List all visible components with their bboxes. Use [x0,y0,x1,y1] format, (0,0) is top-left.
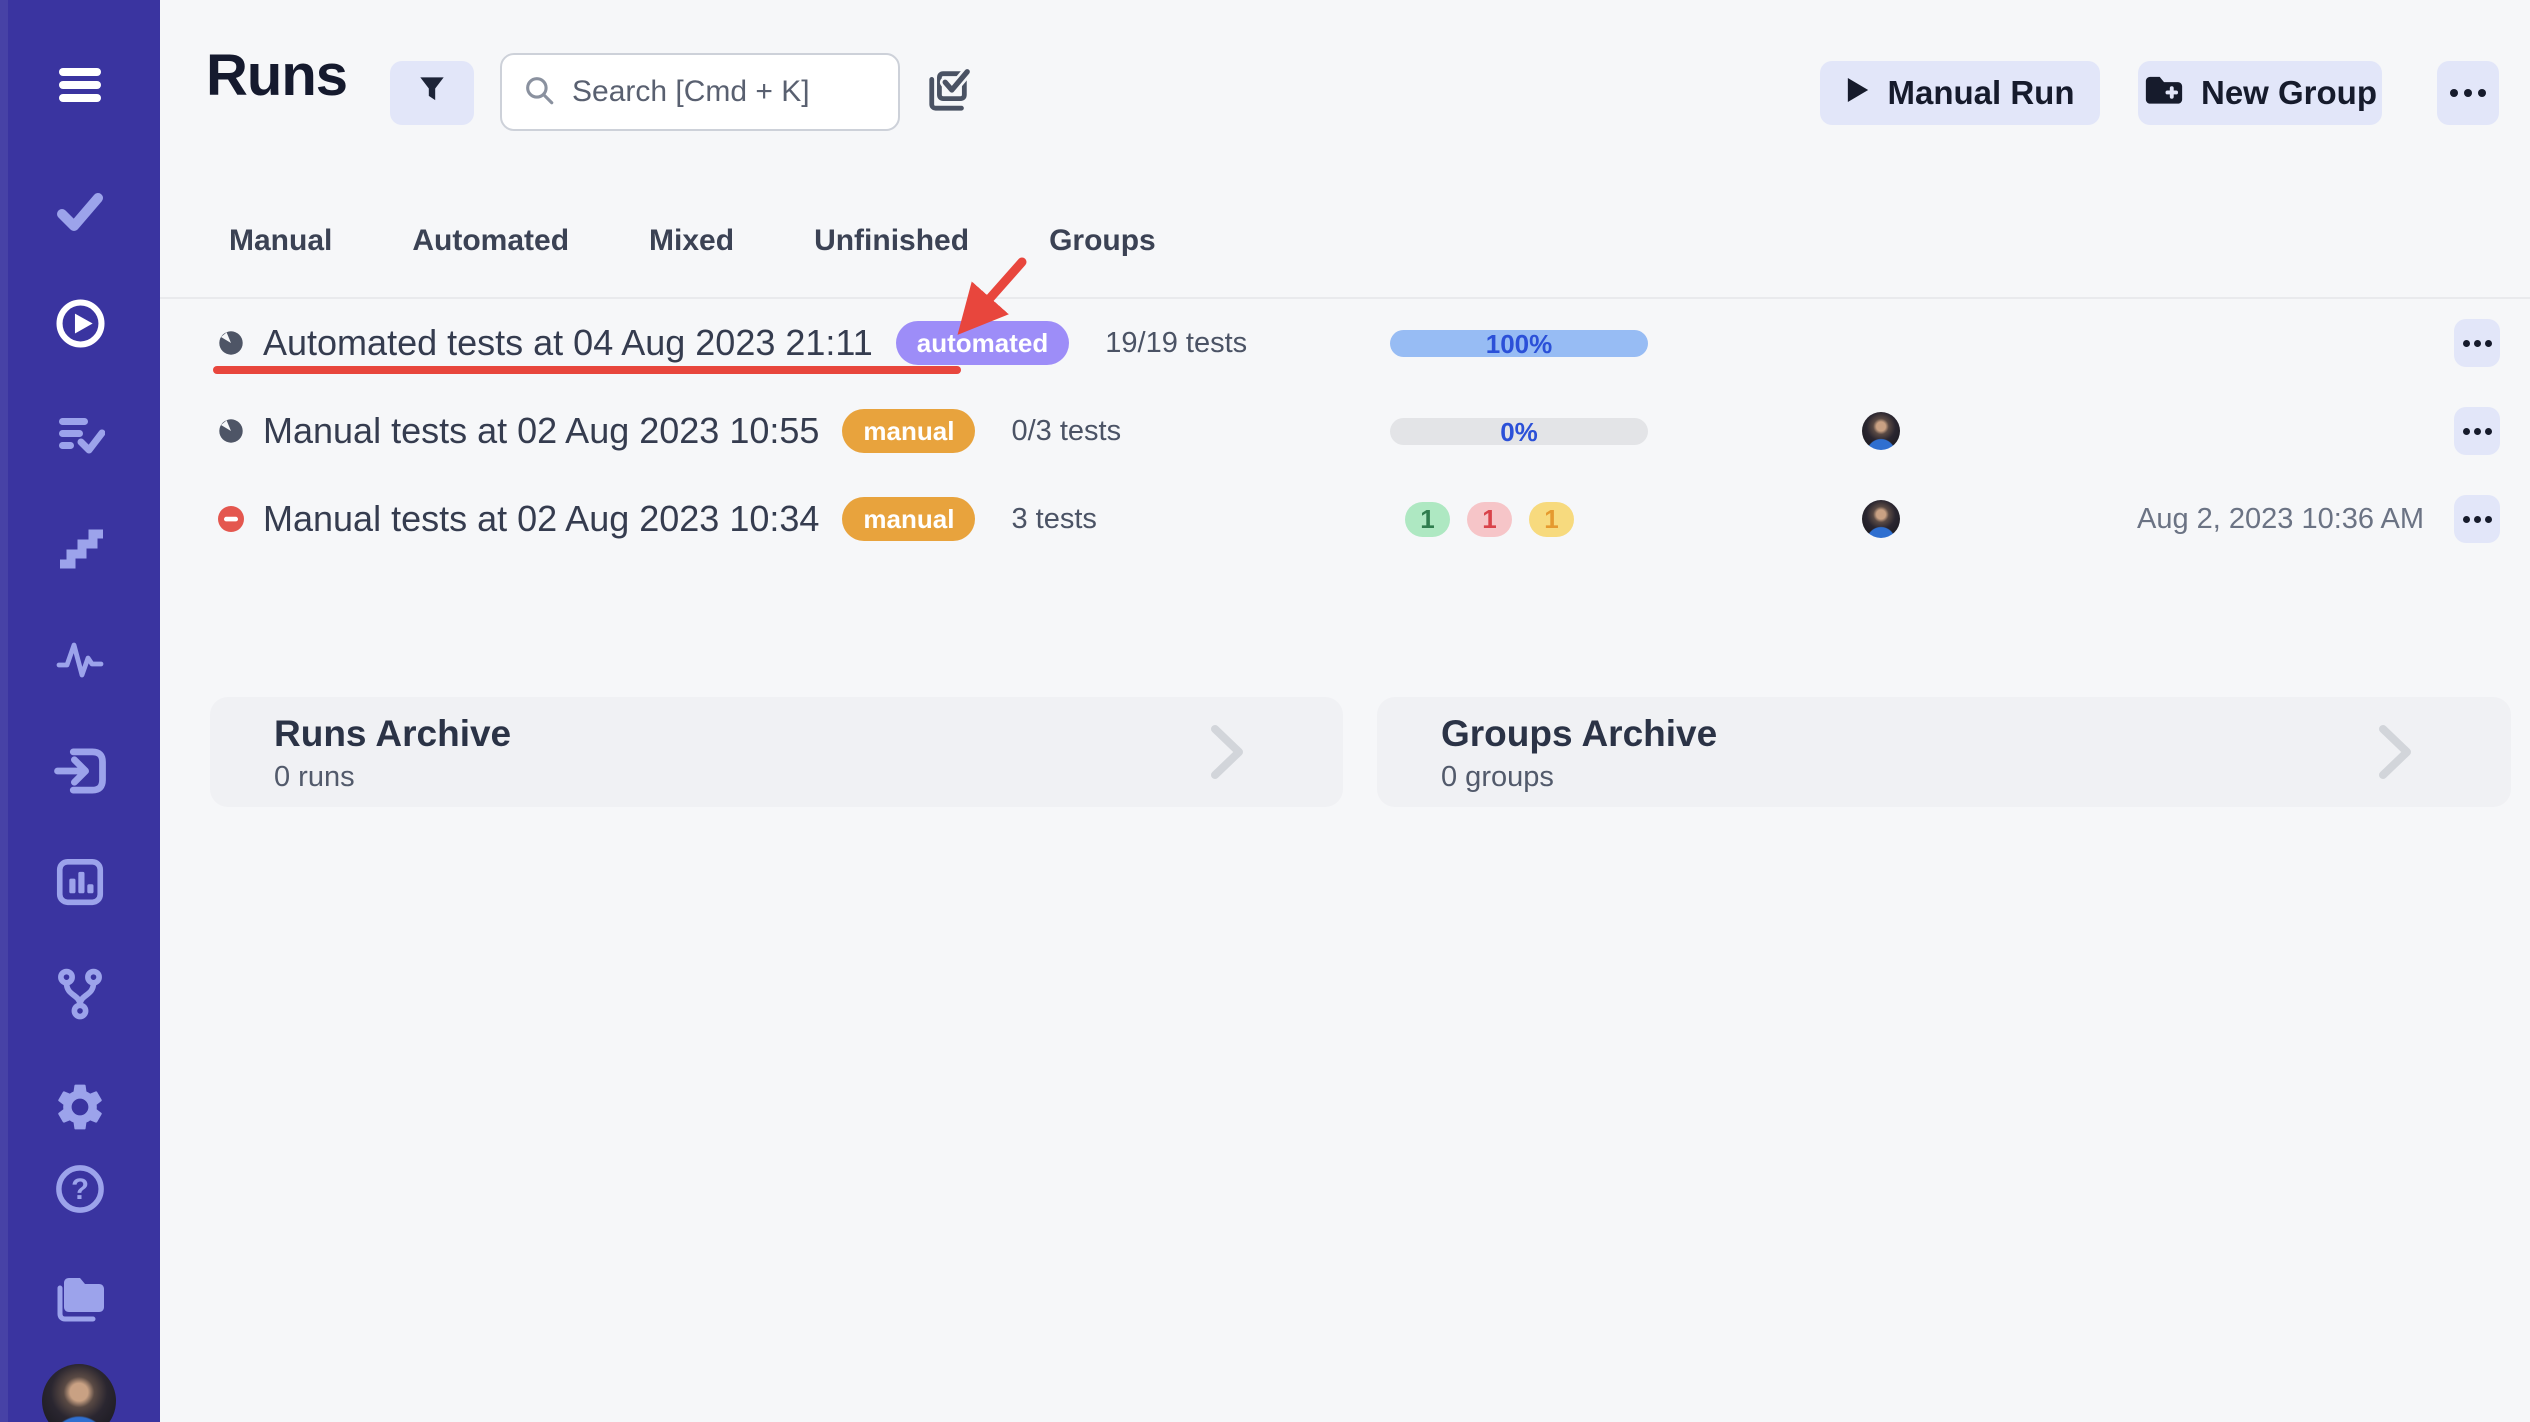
row-more-button[interactable] [2454,407,2500,455]
runs-list: Automated tests at 04 Aug 2023 21:11 aut… [160,299,2530,563]
sidebar-item-integrations[interactable] [0,967,160,1021]
sidebar-item-milestones[interactable] [0,521,160,569]
assignee-avatar [1862,412,1900,450]
assignee-avatar [1862,500,1900,538]
blocked-run-icon [218,506,244,532]
chevron-right-icon [1209,723,1247,786]
tab-mixed[interactable]: Mixed [649,222,734,260]
ellipsis-icon [2463,340,2492,347]
run-row-manual-1034[interactable]: Manual tests at 02 Aug 2023 10:34 manual… [160,475,2530,563]
new-group-button[interactable]: New Group [2138,61,2382,125]
sidebar-item-archive[interactable] [0,1268,160,1324]
search-icon [522,73,556,112]
manual-run-label: Manual Run [1888,74,2075,112]
filter-button[interactable] [390,61,474,125]
result-pills: 1 1 1 [1405,475,1574,563]
ellipsis-icon [2450,89,2486,97]
groups-archive-card[interactable]: Groups Archive 0 groups [1377,697,2511,807]
sidebar-item-activity[interactable] [0,634,160,682]
help-icon[interactable]: ? [0,1163,160,1215]
run-date: Aug 2, 2023 10:36 AM [2137,475,2424,563]
annotation-arrow-icon [930,252,1060,362]
run-tests-count: 19/19 tests [1105,327,1247,360]
user-avatar[interactable] [42,1364,116,1422]
tab-automated[interactable]: Automated [412,222,569,260]
globe-run-icon [218,330,244,356]
archive-title: Runs Archive [274,713,1343,755]
run-title: Manual tests at 02 Aug 2023 10:34 [263,498,819,540]
run-title: Automated tests at 04 Aug 2023 21:11 [263,322,873,364]
play-icon [1846,74,1870,112]
failed-count-pill: 1 [1467,502,1512,537]
sidebar-item-reports[interactable] [0,855,160,909]
run-tests-count: 0/3 tests [1011,415,1121,448]
sidebar: ? [0,0,160,1422]
run-type-badge: manual [842,497,975,541]
tab-groups[interactable]: Groups [1049,222,1156,260]
skipped-count-pill: 1 [1529,502,1574,537]
menu-icon[interactable] [0,61,160,109]
header-more-button[interactable] [2437,61,2499,125]
row-more-button[interactable] [2454,495,2500,543]
run-row-manual-1055[interactable]: Manual tests at 02 Aug 2023 10:55 manual… [160,387,2530,475]
runs-archive-card[interactable]: Runs Archive 0 runs [210,697,1343,807]
chevron-right-icon [2377,723,2415,786]
svg-text:?: ? [71,1174,89,1206]
run-title: Manual tests at 02 Aug 2023 10:55 [263,410,819,452]
sidebar-item-imports[interactable] [0,744,160,798]
gear-icon[interactable] [0,1079,160,1135]
progress-bar: 0% [1390,418,1648,445]
select-all-icon[interactable] [926,66,972,117]
new-group-label: New Group [2201,74,2377,112]
ellipsis-icon [2463,428,2492,435]
archive-count: 0 runs [274,761,1343,794]
run-type-badge: manual [842,409,975,453]
manual-run-button[interactable]: Manual Run [1820,61,2100,125]
sidebar-item-runs[interactable] [0,297,160,350]
sidebar-item-projects[interactable] [0,188,160,236]
progress-bar: 100% [1390,330,1648,357]
globe-run-icon [218,418,244,444]
archive-count: 0 groups [1441,761,2511,794]
search-box[interactable] [500,53,900,131]
ellipsis-icon [2463,516,2492,523]
search-input[interactable] [572,75,880,109]
row-more-button[interactable] [2454,319,2500,367]
main-content: Runs Manual Run New Group Manual Automat… [160,0,2530,1422]
filter-funnel-icon [415,72,449,114]
run-tests-count: 3 tests [1011,503,1096,536]
folder-plus-icon [2143,70,2185,116]
sidebar-item-test-plans[interactable] [0,409,160,457]
page-title: Runs [206,42,347,109]
archive-title: Groups Archive [1441,713,2511,755]
tab-manual[interactable]: Manual [229,222,332,260]
annotation-underline [213,366,961,374]
passed-count-pill: 1 [1405,502,1450,537]
